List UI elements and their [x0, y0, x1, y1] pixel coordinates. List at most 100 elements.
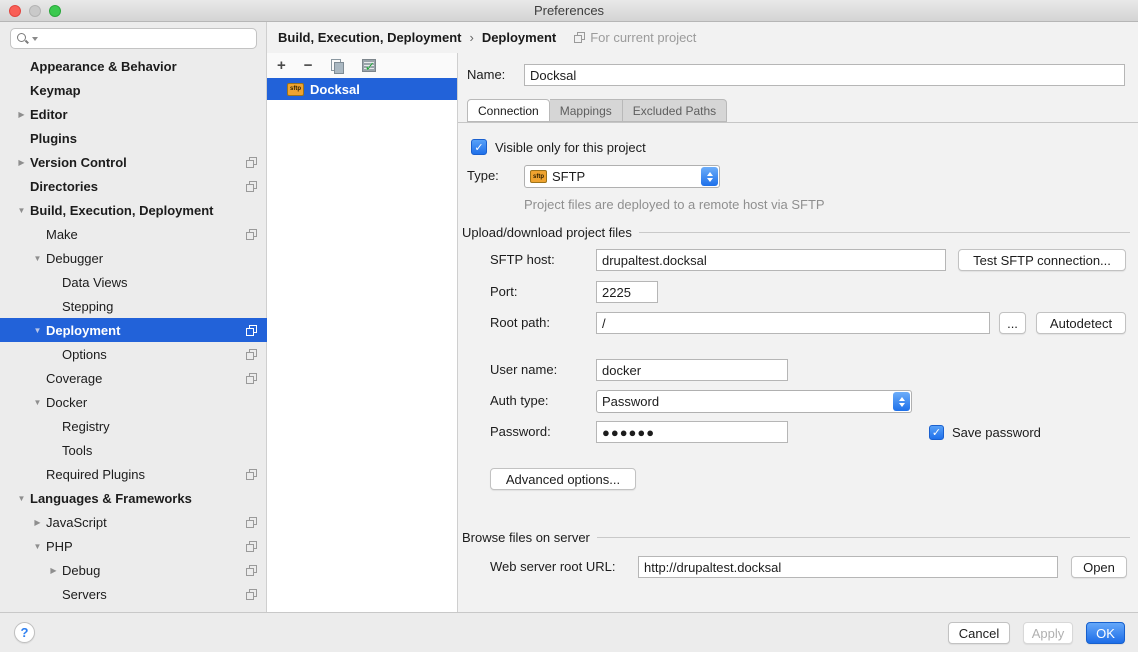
tab-connection[interactable]: Connection	[467, 99, 550, 122]
chevron-down-icon[interactable]: ▼	[13, 206, 30, 215]
visible-only-checkbox[interactable]	[471, 139, 487, 155]
tab-mappings[interactable]: Mappings	[550, 99, 623, 122]
sidebar-item-registry[interactable]: Registry	[0, 414, 267, 438]
user-name-label: User name:	[490, 359, 557, 381]
footer-buttons: Cancel Apply OK	[948, 622, 1125, 644]
chevron-right-icon[interactable]: ▶	[45, 566, 62, 575]
remove-icon[interactable]: −	[304, 58, 313, 73]
chevron-down-icon[interactable]: ▼	[29, 254, 46, 263]
for-current-project-icon	[246, 469, 257, 480]
sidebar-item-label: Debugger	[46, 251, 103, 266]
sidebar-item-plugins[interactable]: Plugins	[0, 126, 267, 150]
browse-root-path-button[interactable]: ...	[999, 312, 1026, 334]
scope-label: For current project	[590, 30, 696, 45]
save-password-label: Save password	[952, 425, 1041, 440]
root-path-input[interactable]	[596, 312, 990, 334]
port-label: Port:	[490, 281, 517, 303]
sftp-icon: sftp	[530, 170, 547, 183]
chevron-down-icon[interactable]: ▼	[29, 326, 46, 335]
apply-button[interactable]: Apply	[1023, 622, 1073, 644]
add-icon[interactable]: +	[277, 58, 286, 73]
auth-type-select-value: Password	[602, 394, 887, 409]
minimize-window-button[interactable]	[29, 5, 41, 17]
chevron-down-icon[interactable]: ▼	[29, 542, 46, 551]
ok-button[interactable]: OK	[1086, 622, 1125, 644]
chevron-down-icon[interactable]: ▼	[29, 398, 46, 407]
cancel-button[interactable]: Cancel	[948, 622, 1010, 644]
sidebar-item-languages-frameworks[interactable]: ▼Languages & Frameworks	[0, 486, 267, 510]
auth-type-select[interactable]: Password	[596, 390, 912, 413]
sidebar-item-php[interactable]: ▼PHP	[0, 534, 267, 558]
sidebar-item-version-control[interactable]: ▶Version Control	[0, 150, 267, 174]
advanced-options-button[interactable]: Advanced options...	[490, 468, 636, 490]
save-password-checkbox[interactable]	[929, 425, 944, 440]
sidebar-item-debug[interactable]: ▶Debug	[0, 558, 267, 582]
help-icon[interactable]: ?	[14, 622, 35, 643]
for-current-project-icon	[246, 517, 257, 528]
sidebar-item-docker[interactable]: ▼Docker	[0, 390, 267, 414]
sidebar-item-debugger[interactable]: ▼Debugger	[0, 246, 267, 270]
for-current-project-icon	[246, 565, 257, 576]
dialog-footer: ? Cancel Apply OK	[0, 612, 1138, 652]
main-area: Appearance & BehaviorKeymap▶EditorPlugin…	[0, 22, 1138, 612]
test-sftp-connection-button[interactable]: Test SFTP connection...	[958, 249, 1126, 271]
copy-icon[interactable]	[331, 59, 344, 73]
type-select-value: SFTP	[552, 169, 695, 184]
sidebar-item-servers[interactable]: Servers	[0, 582, 267, 606]
server-list-toolbar: + −	[267, 53, 457, 78]
sidebar-item-stepping[interactable]: Stepping	[0, 294, 267, 318]
sidebar-item-label: Registry	[62, 419, 110, 434]
breadcrumb: Build, Execution, Deployment › Deploymen…	[267, 22, 1138, 53]
visible-only-label: Visible only for this project	[495, 140, 646, 155]
use-as-default-icon[interactable]	[362, 59, 376, 72]
breadcrumb-parent[interactable]: Build, Execution, Deployment	[278, 30, 461, 45]
sidebar-item-required-plugins[interactable]: Required Plugins	[0, 462, 267, 486]
user-name-input[interactable]	[596, 359, 788, 381]
sidebar-item-editor[interactable]: ▶Editor	[0, 102, 267, 126]
type-label: Type:	[467, 165, 499, 187]
sidebar-item-label: Data Views	[62, 275, 128, 290]
sidebar-item-label: JavaScript	[46, 515, 107, 530]
web-root-input[interactable]	[638, 556, 1058, 578]
sidebar-item-javascript[interactable]: ▶JavaScript	[0, 510, 267, 534]
sidebar-item-label: Tools	[62, 443, 92, 458]
settings-search-box[interactable]	[10, 28, 257, 49]
type-select[interactable]: sftp SFTP	[524, 165, 720, 188]
autodetect-button[interactable]: Autodetect	[1036, 312, 1126, 334]
settings-tree: Appearance & BehaviorKeymap▶EditorPlugin…	[0, 54, 267, 606]
sidebar-item-data-views[interactable]: Data Views	[0, 270, 267, 294]
search-input[interactable]	[42, 32, 251, 46]
visible-only-row: Visible only for this project	[471, 138, 646, 156]
for-current-project-icon	[246, 589, 257, 600]
window-controls	[9, 5, 61, 17]
sidebar-item-coverage[interactable]: Coverage	[0, 366, 267, 390]
sidebar-item-deployment[interactable]: ▼Deployment	[0, 318, 267, 342]
title-bar: Preferences	[0, 0, 1138, 22]
search-options-caret-icon[interactable]	[32, 37, 38, 41]
save-password-row: Save password	[929, 423, 1041, 441]
close-window-button[interactable]	[9, 5, 21, 17]
sidebar-item-keymap[interactable]: Keymap	[0, 78, 267, 102]
sidebar-item-make[interactable]: Make	[0, 222, 267, 246]
sftp-host-input[interactable]	[596, 249, 946, 271]
section-divider	[639, 232, 1130, 233]
chevron-right-icon[interactable]: ▶	[13, 158, 30, 167]
scope-indicator: For current project	[574, 30, 696, 45]
sidebar-item-options[interactable]: Options	[0, 342, 267, 366]
name-input[interactable]	[524, 64, 1125, 86]
for-current-project-icon	[246, 181, 257, 192]
chevron-down-icon[interactable]: ▼	[13, 494, 30, 503]
port-input[interactable]	[596, 281, 658, 303]
password-input[interactable]	[596, 421, 788, 443]
chevron-right-icon[interactable]: ▶	[13, 110, 30, 119]
sidebar-item-build-execution-deployment[interactable]: ▼Build, Execution, Deployment	[0, 198, 267, 222]
sidebar-item-directories[interactable]: Directories	[0, 174, 267, 198]
chevron-right-icon[interactable]: ▶	[29, 518, 46, 527]
tab-excluded-paths[interactable]: Excluded Paths	[623, 99, 727, 122]
sidebar-item-appearance-behavior[interactable]: Appearance & Behavior	[0, 54, 267, 78]
sidebar-item-tools[interactable]: Tools	[0, 438, 267, 462]
server-list-item-docksal[interactable]: sftpDocksal	[267, 78, 457, 100]
open-button[interactable]: Open	[1071, 556, 1127, 578]
zoom-window-button[interactable]	[49, 5, 61, 17]
for-current-project-icon	[246, 325, 257, 336]
